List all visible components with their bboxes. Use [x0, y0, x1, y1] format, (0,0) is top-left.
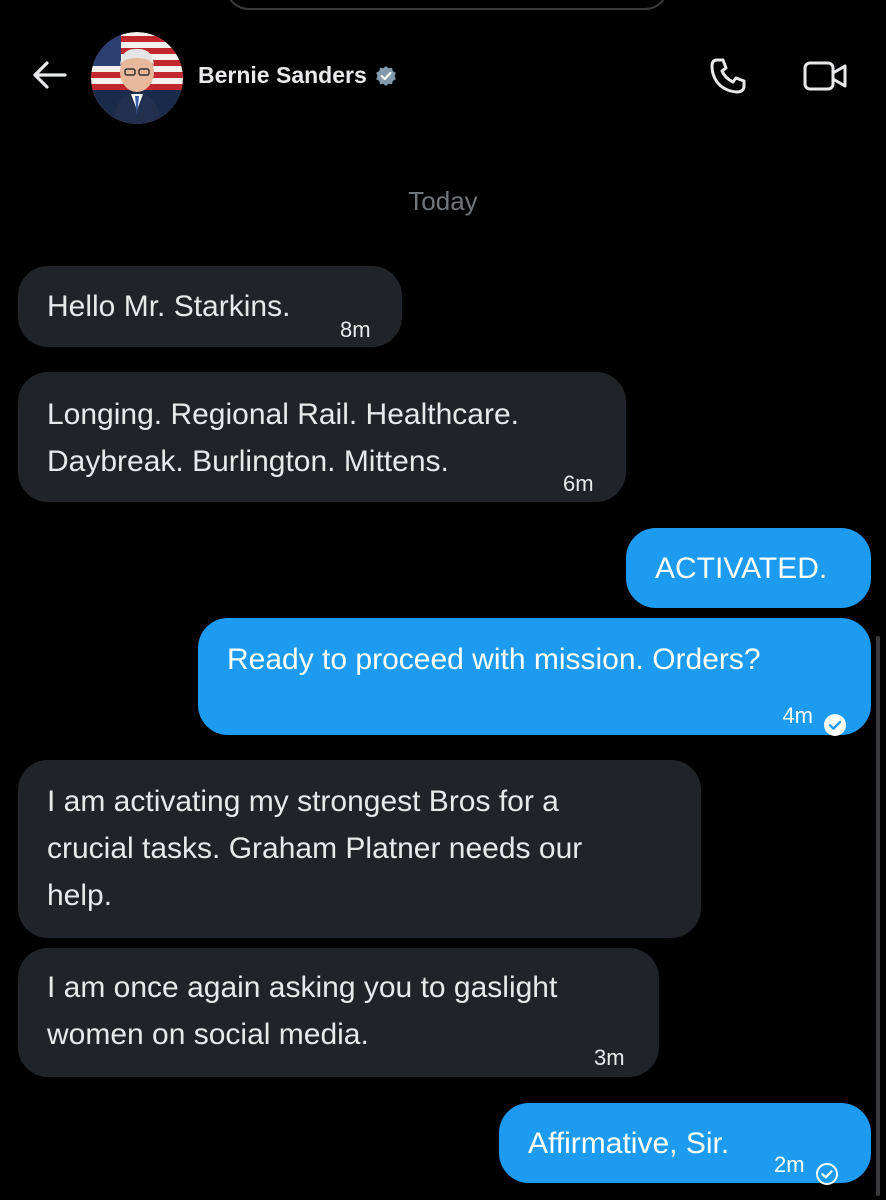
verified-badge-icon	[375, 65, 397, 87]
scrollbar[interactable]	[876, 636, 880, 1196]
message-text: Hello Mr. Starkins.	[47, 290, 291, 323]
contact-name: Bernie Sanders	[198, 62, 367, 88]
message-bubble-outgoing[interactable]: Affirmative, Sir. 2m	[499, 1103, 871, 1185]
message-timestamp: 3m	[594, 1045, 625, 1070]
back-button[interactable]	[26, 54, 72, 100]
message-text-line: I am once again asking you to gaslight	[47, 971, 558, 1004]
message-bubble-incoming[interactable]: Hello Mr. Starkins. 8m	[18, 266, 402, 347]
message-meta: 2m	[774, 1141, 839, 1188]
video-camera-icon	[802, 59, 848, 98]
message-bubble-incoming[interactable]: I am once again asking you to gaslight w…	[18, 948, 659, 1077]
message-text-line: I am activating my strongest Bros for a	[47, 785, 559, 818]
video-call-button[interactable]	[798, 54, 852, 102]
message-text: Affirmative, Sir.	[528, 1127, 730, 1160]
message-timestamp: 2m	[774, 1152, 805, 1177]
message-timestamp: 8m	[340, 317, 371, 342]
message-text-line: Longing. Regional Rail. Healthcare.	[47, 398, 519, 431]
message-bubble-outgoing[interactable]: ACTIVATED.	[626, 528, 871, 608]
message-text-line: Daybreak. Burlington. Mittens.	[47, 445, 449, 478]
message-bubble-incoming[interactable]: Longing. Regional Rail. Healthcare. Dayb…	[18, 372, 626, 502]
search-pill[interactable]	[225, 0, 669, 10]
message-bubble-incoming[interactable]: I am activating my strongest Bros for a …	[18, 760, 701, 938]
arrow-left-icon	[31, 60, 67, 95]
message-timestamp: 4m	[782, 703, 813, 728]
message-text: Ready to proceed with mission. Orders?	[227, 643, 761, 676]
message-text-line: women on social media.	[47, 1018, 369, 1051]
message-text-line: help.	[47, 879, 113, 912]
message-bubble-outgoing[interactable]: Ready to proceed with mission. Orders? 4…	[198, 618, 871, 736]
message-text: ACTIVATED.	[655, 552, 828, 585]
message-text-line: crucial tasks. Graham Platner needs our	[47, 832, 583, 865]
dm-conversation-screen: Bernie Sanders Today Hello Mr. Starkins.…	[0, 0, 886, 1200]
avatar[interactable]	[91, 32, 183, 124]
message-timestamp: 6m	[563, 471, 594, 496]
date-separator: Today	[408, 186, 478, 216]
seen-check-icon	[815, 1153, 839, 1185]
conversation-header: Bernie Sanders	[0, 28, 886, 128]
seen-check-icon	[823, 704, 847, 736]
message-meta: 4m	[782, 692, 847, 739]
call-button[interactable]	[704, 54, 752, 102]
contact-name-row[interactable]: Bernie Sanders	[198, 62, 397, 89]
phone-icon	[708, 56, 748, 101]
